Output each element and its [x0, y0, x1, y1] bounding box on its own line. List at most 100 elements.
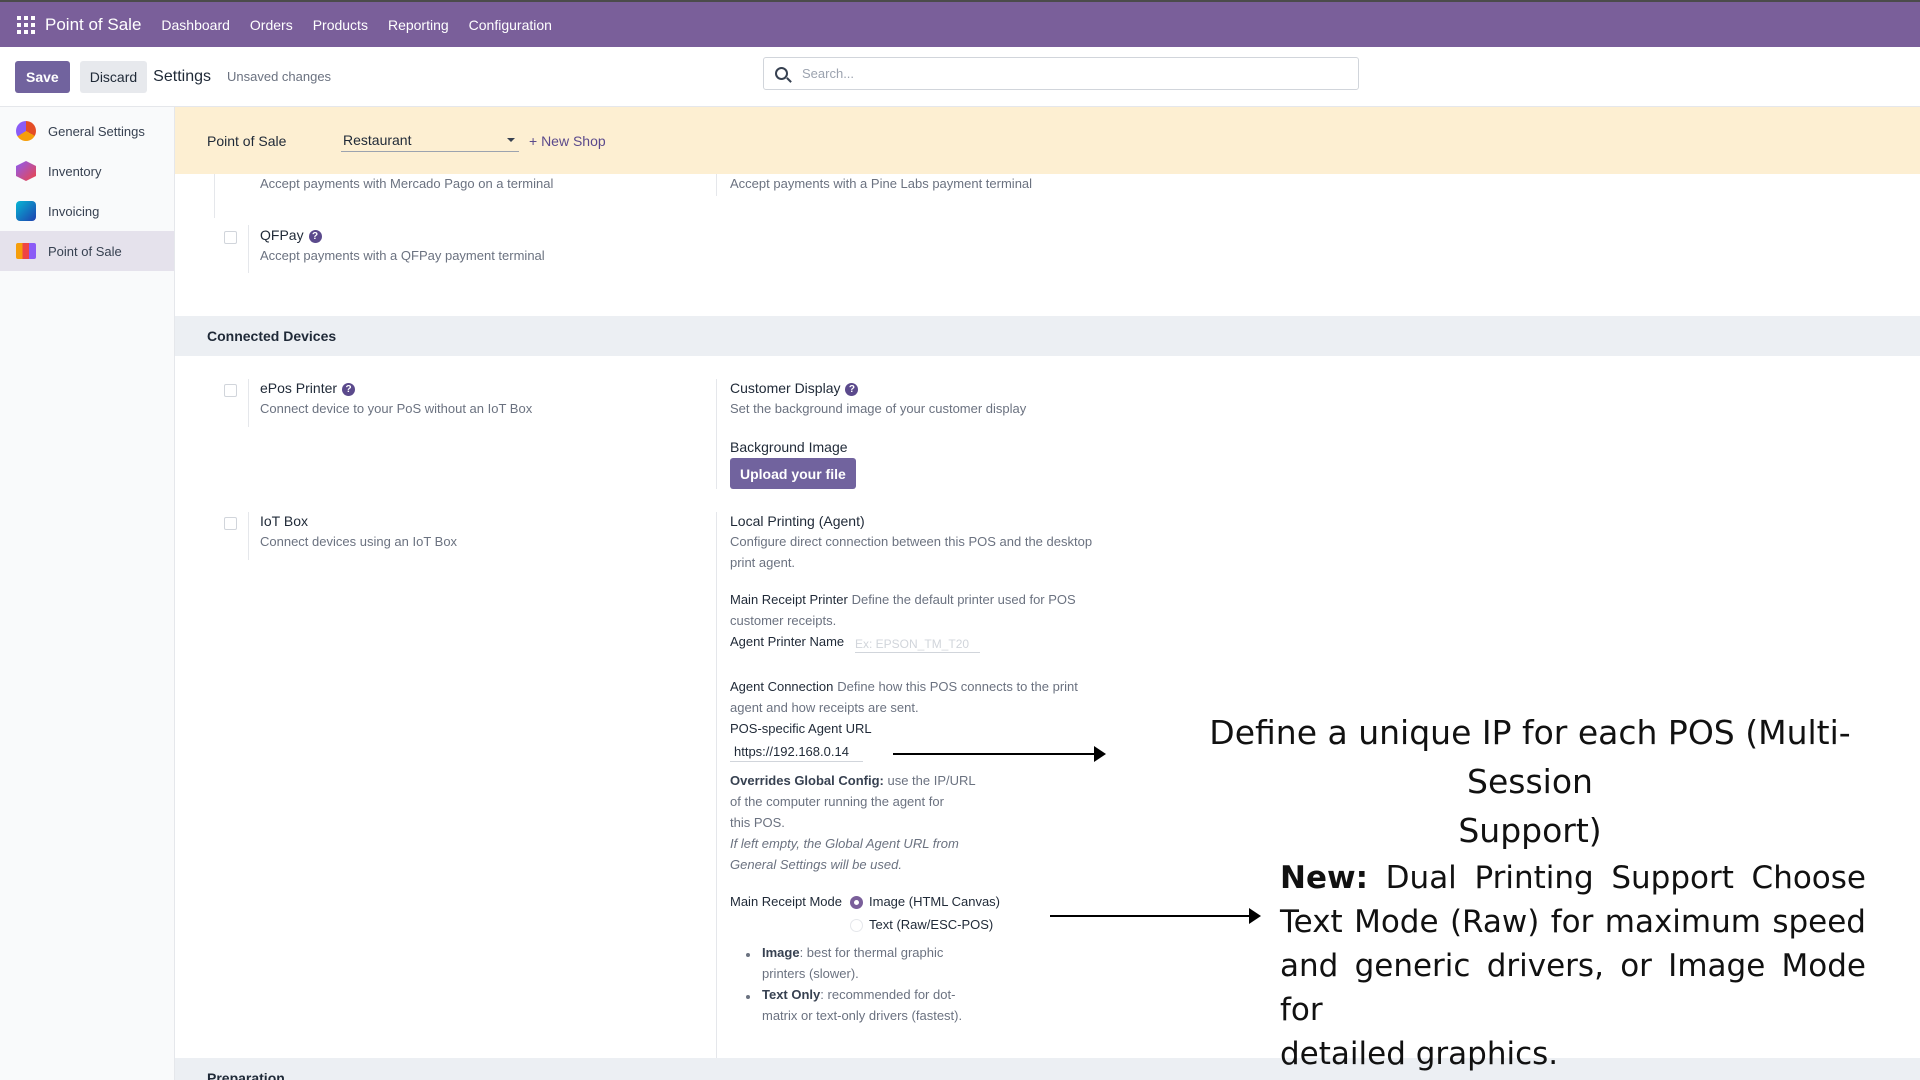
divider	[248, 512, 249, 560]
top-navbar: Point of Sale Dashboard Orders Products …	[0, 0, 1920, 47]
iot-checkbox[interactable]	[224, 517, 237, 530]
mercado-desc: Accept payments with Mercado Pago on a t…	[260, 176, 554, 191]
background-image-label: Background Image	[730, 439, 848, 455]
apps-grid-icon[interactable]	[17, 15, 35, 34]
annotation-bold: New:	[1280, 860, 1369, 896]
agent-connection-desc-2: agent and how receipts are sent.	[730, 700, 919, 715]
general-settings-icon	[16, 121, 36, 141]
customer-display-label: Customer Display	[730, 380, 841, 396]
main-printer-row: Main Receipt Printer Define the default …	[730, 590, 1130, 610]
help-icon[interactable]: ?	[845, 382, 859, 396]
customer-display-title: Customer Display?	[730, 378, 859, 398]
breadcrumb: Settings	[153, 67, 211, 85]
annotation-line: Support)	[1458, 811, 1602, 850]
divider	[248, 379, 249, 427]
sidebar-item-label: Inventory	[48, 163, 102, 179]
upload-file-button[interactable]: Upload your file	[730, 458, 856, 489]
save-button[interactable]: Save	[15, 60, 70, 93]
agent-url-input[interactable]: https://192.168.0.14	[730, 740, 863, 762]
pinelabs-desc: Accept payments with a Pine Labs payment…	[730, 176, 1033, 191]
override-italic-1: If left empty, the Global Agent URL from	[730, 836, 959, 851]
override-text-2: of the computer running the agent for	[730, 794, 944, 809]
annotation-arrow-2	[1050, 908, 1261, 924]
bullet	[746, 953, 750, 957]
receipt-mode-label: Main Receipt Mode	[730, 894, 842, 909]
sidebar-item-label: General Settings	[48, 123, 145, 139]
override-note: Overrides Global Config: use the IP/URL	[730, 771, 976, 791]
help-icon[interactable]: ?	[308, 229, 322, 243]
agent-name-label: Agent Printer Name	[730, 634, 845, 649]
radio-image-mode[interactable]: Image (HTML Canvas)	[850, 892, 1000, 912]
bullet	[746, 995, 750, 999]
section-title: Connected Devices	[207, 328, 337, 344]
sidebar-item-label: Invoicing	[48, 203, 100, 219]
sidebar-item-inventory[interactable]: Inventory	[0, 151, 174, 191]
local-printing-desc-2: print agent.	[730, 555, 796, 570]
bullet-text-bold: Text Only	[762, 987, 821, 1002]
radio-image-label: Image (HTML Canvas)	[869, 894, 1000, 909]
settings-sidebar: General Settings Inventory Invoicing Poi…	[0, 107, 175, 1080]
radio-text-label: Text (Raw/ESC-POS)	[869, 917, 994, 932]
override-italic-2: General Settings will be used.	[730, 857, 902, 872]
radio-selected-icon[interactable]	[850, 896, 863, 910]
local-printing-desc: Configure direct connection between this…	[730, 534, 1093, 549]
menu-dashboard[interactable]: Dashboard	[161, 17, 230, 33]
override-bold: Overrides Global Config:	[730, 773, 884, 788]
agent-connection-label: Agent Connection	[730, 679, 834, 694]
epos-title: ePos Printer?	[260, 378, 356, 398]
iot-title: IoT Box	[260, 513, 308, 529]
divider	[248, 225, 249, 273]
epos-checkbox[interactable]	[224, 384, 237, 397]
customer-display-desc: Set the background image of your custome…	[730, 401, 1027, 416]
search-input[interactable]	[802, 66, 1302, 81]
menu-reporting[interactable]: Reporting	[388, 17, 449, 33]
search-icon	[775, 67, 788, 80]
sidebar-item-invoicing[interactable]: Invoicing	[0, 191, 174, 231]
new-shop-button[interactable]: + New Shop	[529, 133, 606, 149]
qfpay-checkbox[interactable]	[224, 231, 237, 244]
app-brand[interactable]: Point of Sale	[45, 15, 141, 35]
bullet-image-bold: Image	[762, 945, 800, 960]
divider	[716, 512, 717, 1080]
bullet-image: Image: best for thermal graphic	[762, 943, 943, 963]
inventory-icon	[16, 161, 36, 181]
shop-select-value: Restaurant	[343, 132, 412, 148]
annotation-text: Dual Printing Support Choose	[1385, 860, 1866, 896]
agent-connection-desc: Define how this POS connects to the prin…	[837, 679, 1078, 694]
chevron-down-icon	[507, 138, 515, 142]
bullet-image-text-2: printers (slower).	[762, 966, 859, 981]
agent-connection-row: Agent Connection Define how this POS con…	[730, 677, 1130, 697]
discard-button[interactable]: Discard	[79, 60, 148, 93]
sidebar-item-general-settings[interactable]: General Settings	[0, 111, 174, 151]
menu-products[interactable]: Products	[313, 17, 368, 33]
menu-configuration[interactable]: Configuration	[469, 17, 552, 33]
main-printer-desc: Define the default printer used for POS	[851, 592, 1076, 607]
sidebar-item-point-of-sale[interactable]: Point of Sale	[0, 231, 174, 271]
annotation-line: detailed graphics.	[1280, 1036, 1559, 1072]
annotation-multi-session: Define a unique IP for each POS (Multi-S…	[1150, 708, 1910, 855]
qfpay-title: QFPay?	[260, 225, 322, 245]
local-printing-title: Local Printing (Agent)	[730, 513, 865, 529]
main-printer-desc-2: customer receipts.	[730, 613, 837, 628]
qfpay-desc: Accept payments with a QFPay payment ter…	[260, 248, 545, 263]
qfpay-label: QFPay	[260, 227, 304, 243]
iot-desc: Connect devices using an IoT Box	[260, 534, 458, 549]
override-text-3: this POS.	[730, 815, 785, 830]
radio-text-mode[interactable]: Text (Raw/ESC-POS)	[850, 915, 993, 935]
annotation-line: Define a unique IP for each POS (Multi-S…	[1209, 713, 1851, 801]
agent-url-label: POS-specific Agent URL	[730, 721, 872, 736]
sidebar-item-label: Point of Sale	[48, 243, 122, 259]
help-icon[interactable]: ?	[342, 382, 356, 396]
section-title: Preparation	[207, 1070, 285, 1080]
main-printer-label: Main Receipt Printer	[730, 592, 848, 607]
shop-select[interactable]: Restaurant	[341, 130, 519, 152]
bullet-text-text: : recommended for dot-	[820, 987, 956, 1002]
divider	[214, 174, 215, 218]
menu-orders[interactable]: Orders	[250, 17, 293, 33]
unsaved-status: Unsaved changes	[226, 69, 332, 84]
bullet-text-text-2: matrix or text-only drivers (fastest).	[762, 1008, 963, 1023]
radio-unselected-icon[interactable]	[850, 919, 863, 933]
epos-desc: Connect device to your PoS without an Io…	[260, 401, 533, 416]
agent-name-input[interactable]: Ex: EPSON_TM_T20	[855, 632, 980, 653]
annotation-dual-printing: New: Dual Printing Support Choose Text M…	[1280, 856, 1866, 1076]
